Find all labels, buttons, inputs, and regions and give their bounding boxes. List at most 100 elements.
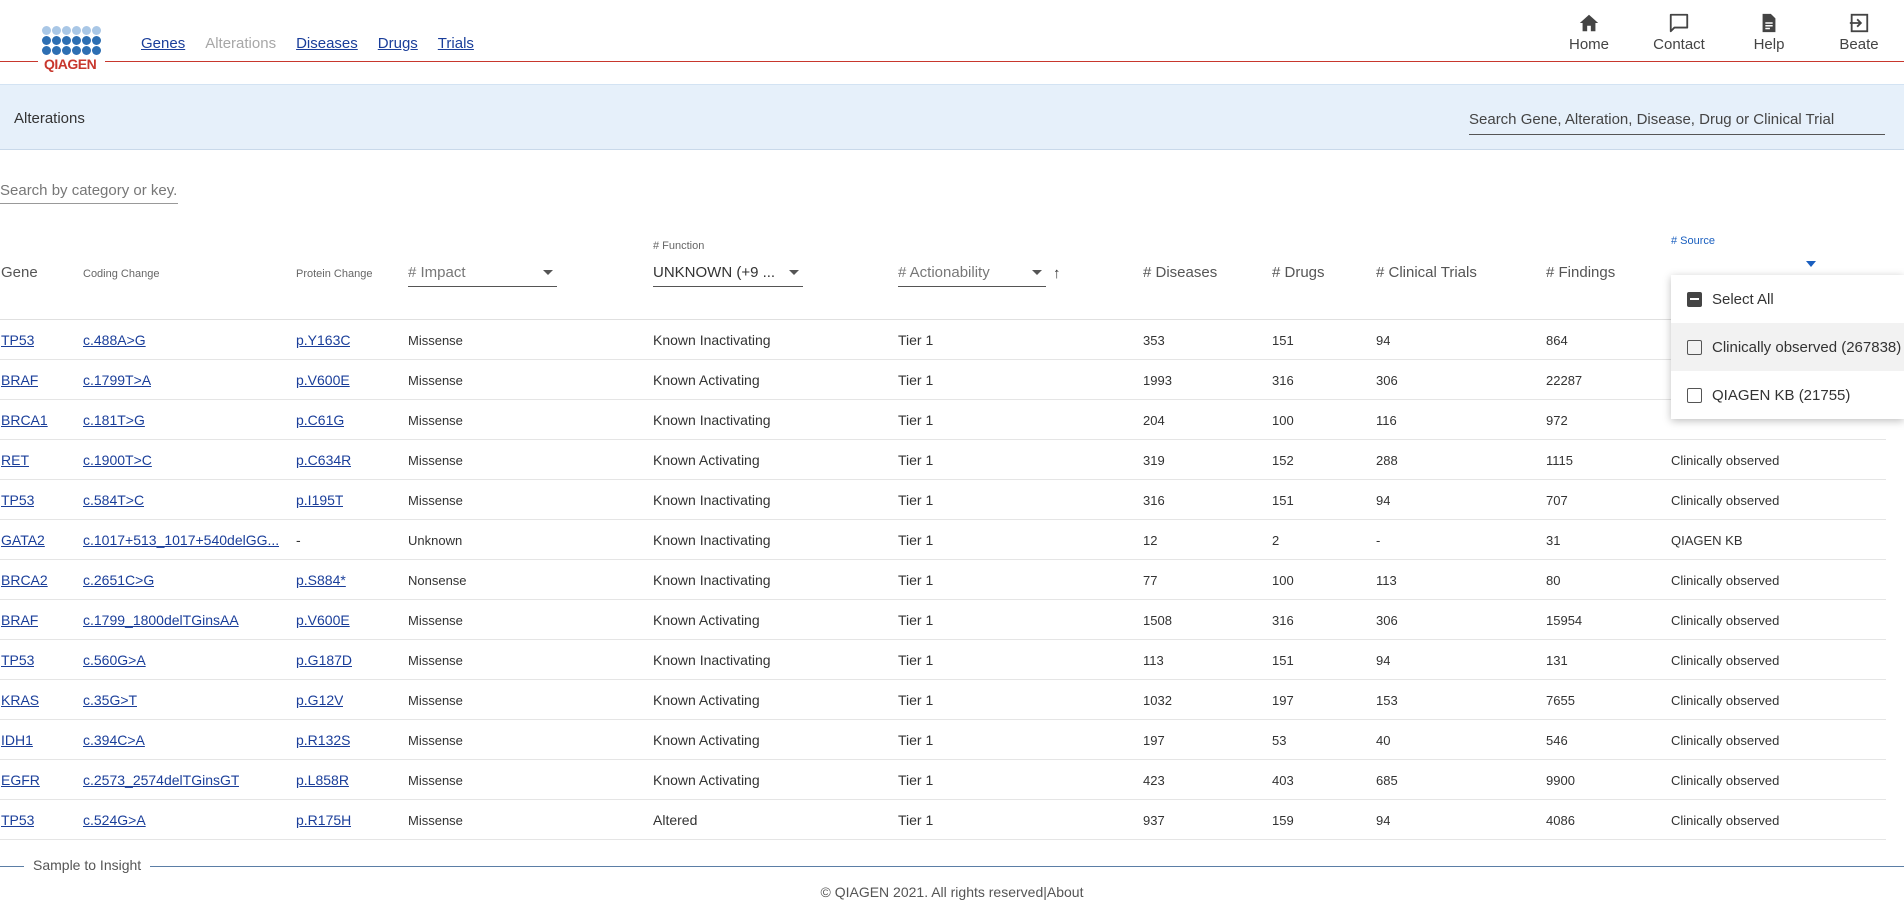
gene-link[interactable]: TP53 — [1, 812, 34, 828]
header-protein-change[interactable]: Protein Change — [296, 268, 372, 280]
header-gene[interactable]: Gene — [1, 264, 38, 281]
gene-link[interactable]: BRCA2 — [1, 572, 48, 588]
actionability-cell: Tier 1 — [898, 572, 934, 588]
actionability-filter-label: # Actionability — [898, 264, 990, 281]
gene-cell: TP53 — [1, 812, 34, 828]
protein-change-link[interactable]: p.R132S — [296, 732, 350, 748]
nav-link-drugs[interactable]: Drugs — [378, 35, 418, 52]
diseases-cell: 316 — [1143, 493, 1165, 508]
table-row: BRCA2 c.2651C>G p.S884* Nonsense Known Inact… — [0, 560, 1886, 600]
gene-link[interactable]: BRCA1 — [1, 412, 48, 428]
coding-change-link[interactable]: c.1799_1800delTGinsAA — [83, 612, 239, 628]
gene-cell: TP53 — [1, 652, 34, 668]
coding-change-link[interactable]: c.560G>A — [83, 652, 146, 668]
impact-cell: Missense — [408, 333, 463, 348]
gene-link[interactable]: GATA2 — [1, 532, 45, 548]
protein-change-link[interactable]: p.I195T — [296, 492, 343, 508]
sort-ascending-icon[interactable]: ↑ — [1053, 265, 1061, 282]
checkbox-icon[interactable] — [1687, 339, 1702, 355]
coding-change-link[interactable]: c.2573_2574delTGinsGT — [83, 772, 239, 788]
clinical-trials-cell: 306 — [1376, 373, 1398, 388]
gene-link[interactable]: BRAF — [1, 612, 38, 628]
coding-change-link[interactable]: c.1799T>A — [83, 372, 151, 388]
source-filter-dropdown: Select All Clinically observed (267838) … — [1671, 275, 1904, 419]
drugs-cell: 403 — [1272, 773, 1294, 788]
contact-link[interactable]: Contact — [1634, 12, 1724, 53]
protein-change-link[interactable]: p.Y163C — [296, 332, 350, 348]
coding-change-link[interactable]: c.1017+513_1017+540delGG... — [83, 532, 279, 548]
top-navigation-bar: QIAGEN Genes Alterations Diseases Drugs … — [0, 0, 1904, 72]
protein-change-link[interactable]: p.C61G — [296, 412, 344, 428]
actionability-cell: Tier 1 — [898, 532, 934, 548]
indeterminate-checkbox-icon[interactable] — [1687, 291, 1702, 307]
nav-link-trials[interactable]: Trials — [438, 35, 474, 52]
nav-link-genes[interactable]: Genes — [141, 35, 185, 52]
source-option-qiagen-kb[interactable]: QIAGEN KB (21755) — [1671, 371, 1904, 419]
nav-link-diseases[interactable]: Diseases — [296, 35, 358, 52]
function-cell: Known Activating — [653, 612, 760, 628]
gene-cell: BRCA1 — [1, 412, 48, 428]
drugs-cell: 151 — [1272, 333, 1294, 348]
gene-link[interactable]: IDH1 — [1, 732, 33, 748]
coding-change-link[interactable]: c.524G>A — [83, 812, 146, 828]
gene-cell: KRAS — [1, 692, 39, 708]
header-diseases[interactable]: # Diseases — [1143, 264, 1217, 281]
protein-change-link[interactable]: p.R175H — [296, 812, 351, 828]
source-option-select-all[interactable]: Select All — [1671, 275, 1904, 323]
protein-change-cell: p.S884* — [296, 572, 346, 588]
actionability-filter-select[interactable]: # Actionability — [898, 259, 1046, 287]
header-coding-change[interactable]: Coding Change — [83, 268, 159, 280]
function-cell: Known Activating — [653, 372, 760, 388]
function-cell: Known Activating — [653, 692, 760, 708]
function-filter-value: UNKNOWN (+9 ... — [653, 264, 776, 281]
protein-change-link[interactable]: p.G187D — [296, 652, 352, 668]
coding-change-cell: c.181T>G — [83, 412, 145, 428]
about-link[interactable]: About — [1047, 884, 1084, 900]
function-filter-select[interactable]: UNKNOWN (+9 ... — [653, 259, 803, 287]
option-label: Select All — [1712, 290, 1774, 308]
header-findings[interactable]: # Findings — [1546, 264, 1615, 281]
global-search-input[interactable] — [1469, 105, 1885, 135]
gene-link[interactable]: BRAF — [1, 372, 38, 388]
coding-change-link[interactable]: c.35G>T — [83, 692, 137, 708]
protein-change-link[interactable]: p.V600E — [296, 612, 350, 628]
protein-change-link[interactable]: p.S884* — [296, 572, 346, 588]
drugs-cell: 100 — [1272, 573, 1294, 588]
function-cell: Known Activating — [653, 452, 760, 468]
gene-link[interactable]: TP53 — [1, 332, 34, 348]
source-option-clinically-observed[interactable]: Clinically observed (267838) — [1671, 323, 1904, 371]
main-nav: Genes Alterations Diseases Drugs Trials — [141, 35, 474, 52]
header-drugs[interactable]: # Drugs — [1272, 264, 1325, 281]
header-clinical-trials[interactable]: # Clinical Trials — [1376, 264, 1477, 281]
drugs-cell: 152 — [1272, 453, 1294, 468]
contact-label: Contact — [1653, 36, 1705, 53]
gene-link[interactable]: TP53 — [1, 492, 34, 508]
impact-cell: Missense — [408, 773, 463, 788]
coding-change-link[interactable]: c.2651C>G — [83, 572, 154, 588]
protein-change-link[interactable]: p.C634R — [296, 452, 351, 468]
coding-change-link[interactable]: c.488A>G — [83, 332, 146, 348]
coding-change-link[interactable]: c.584T>C — [83, 492, 144, 508]
diseases-cell: 423 — [1143, 773, 1165, 788]
gene-link[interactable]: EGFR — [1, 772, 40, 788]
category-search-input[interactable] — [0, 178, 178, 204]
user-logout-link[interactable]: Beate — [1814, 12, 1904, 53]
coding-change-link[interactable]: c.394C>A — [83, 732, 145, 748]
coding-change-link[interactable]: c.181T>G — [83, 412, 145, 428]
protein-change-link[interactable]: p.V600E — [296, 372, 350, 388]
findings-cell: 546 — [1546, 733, 1568, 748]
gene-link[interactable]: TP53 — [1, 652, 34, 668]
gene-link[interactable]: KRAS — [1, 692, 39, 708]
gene-link[interactable]: RET — [1, 452, 29, 468]
diseases-cell: 353 — [1143, 333, 1165, 348]
checkbox-icon[interactable] — [1687, 387, 1702, 403]
home-link[interactable]: Home — [1544, 12, 1634, 53]
impact-filter-select[interactable]: # Impact — [408, 259, 557, 287]
chevron-down-icon — [543, 270, 553, 275]
coding-change-link[interactable]: c.1900T>C — [83, 452, 152, 468]
help-link[interactable]: Help — [1724, 12, 1814, 53]
qiagen-logo[interactable]: QIAGEN — [38, 26, 105, 72]
coding-change-cell: c.1799_1800delTGinsAA — [83, 612, 239, 628]
protein-change-link[interactable]: p.G12V — [296, 692, 343, 708]
protein-change-link[interactable]: p.L858R — [296, 772, 349, 788]
